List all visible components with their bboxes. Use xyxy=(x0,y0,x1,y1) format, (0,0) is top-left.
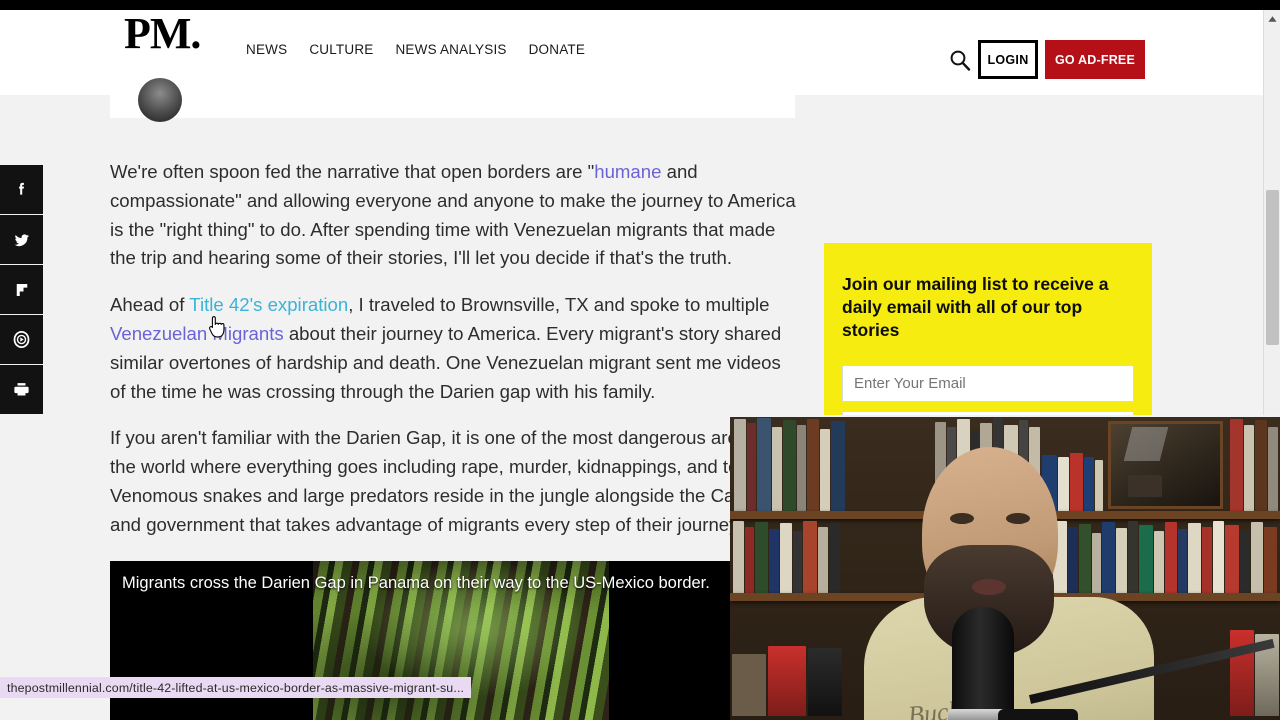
avatar xyxy=(138,78,182,122)
newsletter-signup-box: Join our mailing list to receive a daily… xyxy=(824,243,1152,448)
scrollbar-thumb[interactable] xyxy=(1266,190,1279,345)
newsletter-heading: Join our mailing list to receive a daily… xyxy=(842,274,1109,340)
screen-root: PM. NEWS CULTURE NEWS ANALYSIS DONATE LO… xyxy=(0,0,1280,720)
article-card-header-remnant xyxy=(110,95,795,118)
scroll-up-arrow-icon[interactable] xyxy=(1264,10,1280,27)
link-venezuelan-migrants[interactable]: Venezuelan Migrants xyxy=(110,323,284,344)
article-paragraph-2: Ahead of Title 42's expiration, I travel… xyxy=(110,291,800,406)
top-letterbox-bar xyxy=(0,0,1280,10)
article-body: We're often spoon fed the narrative that… xyxy=(110,158,800,558)
primary-nav: NEWS CULTURE NEWS ANALYSIS DONATE xyxy=(246,42,585,57)
link-humane[interactable]: humane xyxy=(594,161,661,182)
microphone-icon xyxy=(952,607,1014,720)
article-paragraph-3: If you aren't familiar with the Darien G… xyxy=(110,427,782,535)
mic-shock-mount xyxy=(998,709,1078,720)
video-caption: Migrants cross the Darien Gap in Panama … xyxy=(122,574,710,592)
para2-text-b: , I traveled to Brownsville, TX and spok… xyxy=(348,294,770,316)
nav-item-news-analysis[interactable]: NEWS ANALYSIS xyxy=(395,42,506,57)
login-button[interactable]: LOGIN xyxy=(978,40,1038,79)
nav-item-culture[interactable]: CULTURE xyxy=(309,42,373,57)
article-paragraph-1: We're often spoon fed the narrative that… xyxy=(110,158,800,273)
twitter-icon[interactable] xyxy=(0,215,43,265)
rumble-icon[interactable] xyxy=(0,315,43,365)
webcam-overlay: Buchan xyxy=(730,415,1280,720)
status-bar-url: thepostmillennial.com/title-42-lifted-at… xyxy=(0,677,472,698)
social-share-rail xyxy=(0,165,43,415)
flipboard-icon[interactable] xyxy=(0,265,43,315)
brand-logo[interactable]: PM. xyxy=(124,12,201,56)
site-header: PM. NEWS CULTURE NEWS ANALYSIS DONATE LO… xyxy=(0,10,1263,95)
para1-text-a: We're often spoon fed the narrative that… xyxy=(110,161,595,182)
newsletter-email-input[interactable] xyxy=(842,365,1134,402)
search-icon[interactable] xyxy=(948,48,972,72)
go-ad-free-button[interactable]: GO AD-FREE xyxy=(1045,40,1145,79)
nav-item-news[interactable]: NEWS xyxy=(246,42,287,57)
person-mouth xyxy=(972,579,1006,595)
para2-text-a: Ahead of xyxy=(110,294,190,316)
nav-item-donate[interactable]: DONATE xyxy=(529,42,585,57)
print-icon[interactable] xyxy=(0,365,43,415)
browser-viewport: PM. NEWS CULTURE NEWS ANALYSIS DONATE LO… xyxy=(0,10,1280,720)
link-title-42-expiration[interactable]: Title 42's expiration xyxy=(189,294,348,315)
facebook-icon[interactable] xyxy=(0,165,43,215)
